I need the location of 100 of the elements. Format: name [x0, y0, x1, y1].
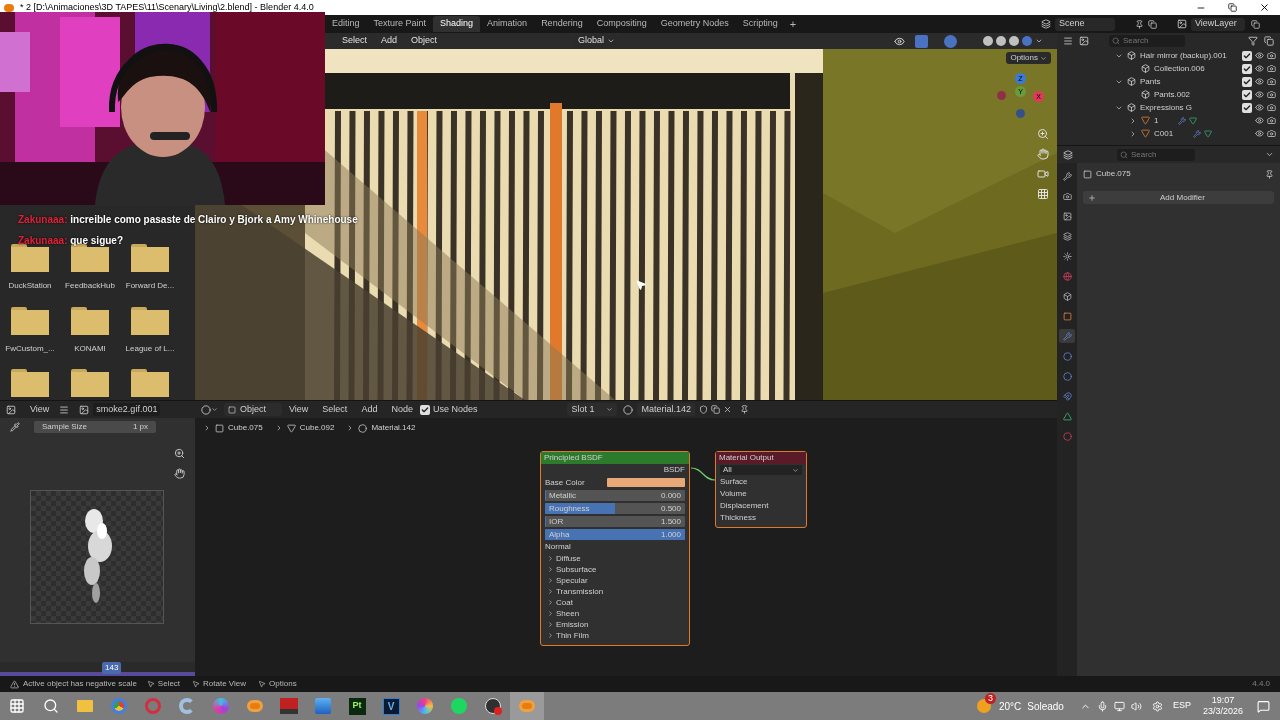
value-slider[interactable]: Roughness 0.500 [545, 503, 685, 514]
collapse-icon[interactable] [1265, 150, 1274, 159]
eyedropper-icon[interactable] [10, 422, 20, 432]
scene-field[interactable]: Scene [1055, 17, 1115, 31]
menu-item[interactable]: Add [354, 402, 385, 417]
visibility-icon[interactable] [1255, 129, 1264, 138]
folder-icon[interactable] [71, 369, 109, 398]
material-browse-icon[interactable] [623, 404, 634, 415]
outliner-row[interactable]: Pants.002 [1057, 88, 1280, 101]
editor-type-icon[interactable] [201, 404, 211, 415]
clock-time[interactable]: 19:07 [1211, 695, 1235, 706]
color-swatch[interactable] [607, 478, 685, 487]
hand-icon[interactable] [174, 468, 185, 479]
node-panel[interactable]: Subsurface [541, 564, 689, 575]
node-panel[interactable]: Specular [541, 575, 689, 586]
node-panel[interactable]: Emission [541, 619, 689, 630]
pin-icon[interactable] [1265, 169, 1274, 179]
folder-icon[interactable] [71, 244, 109, 272]
menu-item[interactable]: Select [335, 34, 374, 48]
slot-dropdown[interactable]: Slot 1 [567, 403, 618, 416]
volume-icon[interactable] [1130, 700, 1142, 712]
outliner-row[interactable]: Hair mirror (backup).001 [1057, 49, 1280, 62]
visibility-icon[interactable] [1255, 64, 1264, 73]
value-slider[interactable]: Metallic 0.000 [545, 490, 685, 501]
image-name-field[interactable]: smoke2.gif.001 [93, 402, 161, 417]
pin-icon[interactable] [1135, 19, 1144, 29]
search-field[interactable]: Search [1117, 148, 1195, 161]
render-icon[interactable] [1267, 103, 1276, 112]
render-icon[interactable] [1267, 90, 1276, 99]
render-icon[interactable] [1267, 116, 1276, 125]
menu-icon[interactable] [59, 404, 70, 415]
network-icon[interactable] [1113, 700, 1125, 712]
view-layer-icon[interactable] [1177, 19, 1187, 29]
use-nodes-checkbox[interactable] [419, 404, 430, 415]
material-name-field[interactable]: Material.142 [637, 403, 695, 416]
workspace-tab[interactable]: Scripting [735, 16, 785, 32]
add-workspace-button[interactable]: + [784, 15, 802, 33]
sample-size-field[interactable]: Sample Size 1 px [34, 421, 156, 433]
breadcrumb[interactable]: Cube.092 [299, 422, 335, 434]
folder-label[interactable]: KONAMI [74, 342, 106, 355]
folder-icon[interactable] [11, 306, 49, 335]
menu-item[interactable]: Add [374, 34, 405, 48]
exclude-checkbox[interactable] [1242, 50, 1252, 61]
folder-label[interactable]: FeedbackHub [65, 280, 115, 292]
frame-indicator[interactable]: 143 [102, 662, 122, 674]
gizmo-toggle[interactable] [915, 34, 928, 48]
clock-date[interactable]: 23/3/2026 [1202, 706, 1243, 717]
node-panel[interactable]: Transmission [541, 586, 689, 597]
weather-condition[interactable]: Soleado [1027, 698, 1064, 714]
exclude-checkbox[interactable] [1242, 102, 1252, 113]
node-panel[interactable]: Thin Film [541, 630, 689, 641]
node-panel[interactable]: Sheen [541, 608, 689, 619]
new-view-layer-icon[interactable] [1251, 19, 1260, 29]
menu-item[interactable]: Select [315, 402, 355, 417]
workspace-tab[interactable]: Animation [480, 16, 535, 32]
folder-icon[interactable] [131, 244, 169, 272]
mode-dropdown[interactable]: Object [224, 403, 282, 416]
visibility-icon[interactable] [1255, 116, 1264, 125]
node-panel[interactable]: Diffuse [541, 553, 689, 564]
fake-user-icon[interactable] [698, 405, 708, 414]
menu-item[interactable]: Node [384, 402, 420, 417]
outliner-row[interactable]: C001 [1057, 127, 1280, 140]
folder-label[interactable]: League of L... [125, 342, 175, 355]
folder-icon[interactable] [11, 244, 49, 272]
folder-icon[interactable] [131, 306, 169, 335]
folder-label[interactable]: DuckStation [8, 280, 52, 292]
breadcrumb[interactable]: Material.142 [371, 422, 416, 434]
visibility-icon[interactable] [1255, 77, 1264, 86]
principled-bsdf-node[interactable]: Principled BSDF BSDF Base Color Metallic 0.000 Roughness 0.500 IOR 1.500 Alpha 1.000 Normal Diffuse Subsurface Specular Transmission Coat Sheen Emission Thin Film [540, 451, 690, 646]
menu-item[interactable]: View [282, 402, 316, 417]
workspace-tab[interactable]: Editing [325, 16, 367, 32]
folder-label[interactable]: FwCustom_... [5, 342, 55, 355]
outliner-row[interactable]: Expressions G [1057, 101, 1280, 114]
taskbar-app[interactable]: V [374, 692, 408, 720]
exclude-checkbox[interactable] [1242, 76, 1252, 87]
outliner-row[interactable]: Collection.006 [1057, 62, 1280, 75]
pin-icon[interactable] [739, 405, 749, 414]
use-nodes-label[interactable]: Use Nodes [432, 402, 478, 417]
visibility-icon[interactable] [1255, 51, 1264, 60]
microphone-icon[interactable] [1096, 700, 1108, 712]
visibility-icon[interactable] [1255, 90, 1264, 99]
weather-icon[interactable] [976, 699, 991, 713]
camera-icon[interactable] [1037, 168, 1049, 180]
material-output-node[interactable]: Material Output All Surface Volume Displacement Thickness [715, 451, 807, 528]
add-modifier-button[interactable]: Add Modifier [1083, 191, 1274, 204]
folder-label[interactable]: Forward De... [125, 280, 175, 292]
folder-icon[interactable] [71, 306, 109, 335]
workspace-tab[interactable]: Geometry Nodes [653, 16, 736, 32]
hand-icon[interactable] [1037, 148, 1049, 160]
render-icon[interactable] [1267, 51, 1276, 60]
render-icon[interactable] [1267, 64, 1276, 73]
display-mode-icon[interactable] [1063, 36, 1073, 46]
duplicate-icon[interactable] [710, 405, 720, 414]
visibility-icon[interactable] [894, 35, 905, 47]
overlay-toggle[interactable] [944, 34, 957, 48]
value-slider[interactable]: IOR 1.500 [545, 516, 685, 527]
outliner-row[interactable]: Pants [1057, 75, 1280, 88]
exclude-checkbox[interactable] [1242, 63, 1252, 74]
render-icon[interactable] [1267, 77, 1276, 86]
menu-item[interactable]: Object [404, 34, 445, 48]
